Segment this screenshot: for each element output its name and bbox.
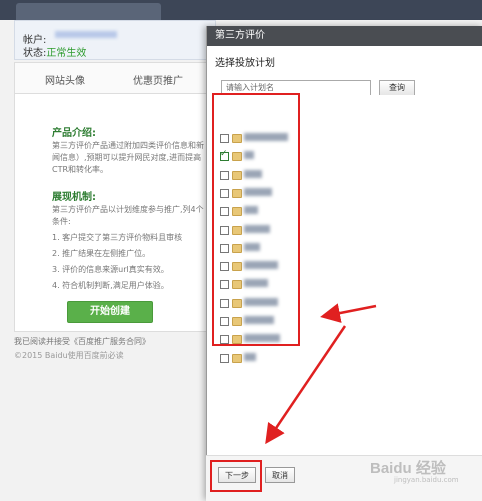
dialog-subtitle: 选择投放计划 [215, 58, 275, 69]
top-bar [0, 0, 482, 20]
product-panel: 网站头像 优惠页推广 [14, 62, 212, 332]
plan-name-blurred [244, 352, 256, 361]
active-top-tab[interactable] [16, 3, 161, 20]
account-name-blurred [55, 31, 117, 38]
dialog-title: 第三方评价 [207, 26, 482, 46]
status-line: 状态:正常生效 [23, 44, 86, 59]
highlight-box-plan-list [212, 93, 300, 346]
condition-1: 1. 客户提交了第三方评价物料且审核 [52, 233, 183, 242]
mechanism-title: 展现机制: [52, 192, 96, 203]
condition-4: 4. 符合机制判断,满足用户体验。 [52, 281, 169, 290]
panel-tabs: 网站头像 优惠页推广 [15, 63, 211, 94]
intro-text: 第三方评价产品通过附加四类评价信息和新闻信息）,预期可以提升网民对度,进而提高C… [52, 141, 204, 174]
cancel-button[interactable]: 取消 [265, 467, 295, 483]
query-button[interactable]: 查询 [379, 80, 415, 96]
copyright-text: ©2015 Baidu使用百度前必读 [14, 351, 124, 360]
status-value: 正常生效 [46, 48, 87, 59]
tab-promo-page[interactable]: 优惠页推广 [133, 72, 183, 87]
start-create-button[interactable]: 开始创建 [67, 301, 153, 323]
mechanism-text: 第三方评价产品以计划维度参与推广,列4个条件: [52, 205, 204, 226]
watermark-url: jingyan.baidu.com [394, 476, 459, 484]
baidu-watermark: Baidu 经验 [370, 460, 446, 477]
folder-icon [232, 353, 242, 363]
status-label: 状态: [23, 48, 47, 59]
highlight-box-next-button [210, 460, 262, 492]
tab-site-avatar[interactable]: 网站头像 [45, 72, 85, 87]
plan-checkbox[interactable] [220, 353, 229, 363]
plan-list-item[interactable] [220, 352, 470, 367]
intro-title: 产品介绍: [52, 128, 96, 139]
account-info: 帐户: 状态:正常生效 [14, 20, 216, 60]
agreement-text[interactable]: 我已阅读并接受《百度推广服务合同》 [14, 336, 150, 347]
condition-2: 2. 推广结果在左侧推广位。 [52, 249, 151, 258]
condition-3: 3. 评价的信息来源url真实有效。 [52, 265, 169, 274]
